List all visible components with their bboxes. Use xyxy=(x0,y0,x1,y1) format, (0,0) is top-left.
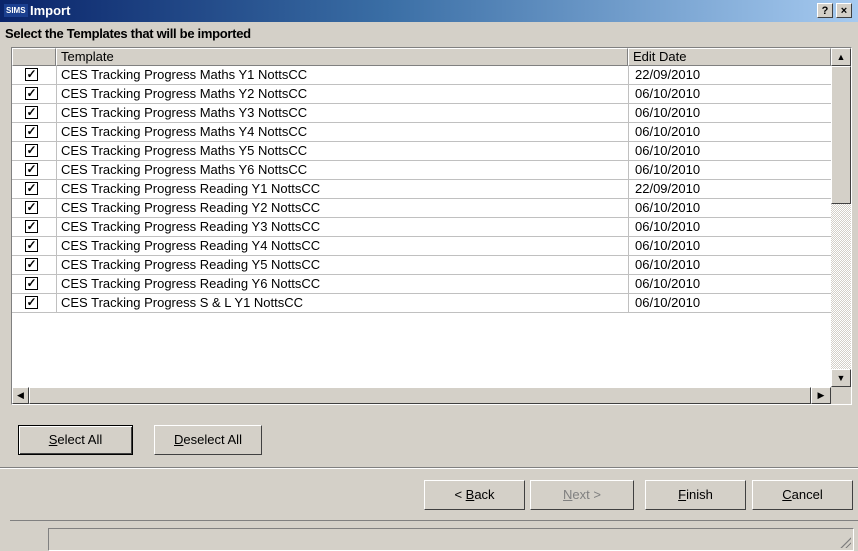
table-row[interactable]: ✓ CES Tracking Progress Reading Y2 NottsC… xyxy=(12,199,831,218)
instruction-label: Select the Templates that will be import… xyxy=(5,26,251,41)
row-checkbox[interactable]: ✓ xyxy=(25,68,38,81)
table-row[interactable]: ✓ CES Tracking Progress Reading Y4 NottsC… xyxy=(12,237,831,256)
template-cell: CES Tracking Progress Maths Y5 NottsCC xyxy=(56,142,628,161)
template-cell: CES Tracking Progress Reading Y5 NottsCC xyxy=(56,256,628,275)
scroll-left-icon[interactable]: ◀ xyxy=(12,387,29,404)
scroll-down-icon[interactable]: ▼ xyxy=(831,369,851,387)
template-cell: CES Tracking Progress S & L Y1 NottsCC xyxy=(56,294,628,313)
row-checkbox[interactable]: ✓ xyxy=(25,296,38,309)
edit-date-cell: 06/10/2010 xyxy=(628,237,831,256)
table-row[interactable]: ✓ CES Tracking Progress Maths Y4 NottsCC 0… xyxy=(12,123,831,142)
table-row[interactable]: ✓ CES Tracking Progress Maths Y2 NottsCC 0… xyxy=(12,85,831,104)
status-panel xyxy=(48,528,854,551)
template-cell: CES Tracking Progress Reading Y6 NottsCC xyxy=(56,275,628,294)
check-icon: ✓ xyxy=(26,143,37,157)
close-button[interactable]: × xyxy=(836,3,852,18)
sims-logo-icon: SIMS xyxy=(4,4,28,17)
row-checkbox[interactable]: ✓ xyxy=(25,201,38,214)
cancel-button[interactable]: Cancel xyxy=(752,480,853,510)
vertical-scroll-thumb[interactable] xyxy=(831,66,851,204)
button-separator xyxy=(0,467,858,469)
template-cell: CES Tracking Progress Maths Y6 NottsCC xyxy=(56,161,628,180)
title-bar[interactable]: SIMS Import ? × xyxy=(0,0,858,22)
scroll-up-icon[interactable]: ▲ xyxy=(831,48,851,66)
table-row[interactable]: ✓ CES Tracking Progress Reading Y6 NottsC… xyxy=(12,275,831,294)
template-cell: CES Tracking Progress Maths Y1 NottsCC xyxy=(56,66,628,85)
edit-date-cell: 06/10/2010 xyxy=(628,104,831,123)
table-row[interactable]: ✓ CES Tracking Progress Reading Y1 NottsC… xyxy=(12,180,831,199)
edit-date-cell: 06/10/2010 xyxy=(628,256,831,275)
check-icon: ✓ xyxy=(26,200,37,214)
next-button[interactable]: Next > xyxy=(530,480,634,510)
edit-date-cell: 06/10/2010 xyxy=(628,275,831,294)
row-checkbox[interactable]: ✓ xyxy=(25,144,38,157)
finish-button[interactable]: Finish xyxy=(645,480,746,510)
check-icon: ✓ xyxy=(26,276,37,290)
edit-date-cell: 06/10/2010 xyxy=(628,85,831,104)
check-icon: ✓ xyxy=(26,67,37,81)
grid-rows: ✓ CES Tracking Progress Maths Y1 NottsCC 2… xyxy=(12,66,831,313)
scroll-right-icon[interactable]: ▶ xyxy=(811,387,831,404)
table-row[interactable]: ✓ CES Tracking Progress Maths Y5 NottsCC 0… xyxy=(12,142,831,161)
status-bar xyxy=(10,520,858,551)
row-checkbox[interactable]: ✓ xyxy=(25,87,38,100)
table-row[interactable]: ✓ CES Tracking Progress Maths Y3 NottsCC 0… xyxy=(12,104,831,123)
template-cell: CES Tracking Progress Maths Y4 NottsCC xyxy=(56,123,628,142)
edit-date-cell: 22/09/2010 xyxy=(628,66,831,85)
horizontal-scrollbar[interactable]: ◀ ▶ xyxy=(12,387,831,404)
table-row[interactable]: ✓ CES Tracking Progress Reading Y3 NottsC… xyxy=(12,218,831,237)
scroll-corner xyxy=(831,387,851,404)
window-title: Import xyxy=(30,3,71,18)
table-row[interactable]: ✓ CES Tracking Progress S & L Y1 NottsCC 0… xyxy=(12,294,831,313)
select-column-header[interactable] xyxy=(12,48,56,66)
edit-date-cell: 06/10/2010 xyxy=(628,199,831,218)
edit-date-cell: 06/10/2010 xyxy=(628,161,831,180)
edit-date-cell: 06/10/2010 xyxy=(628,218,831,237)
template-cell: CES Tracking Progress Reading Y4 NottsCC xyxy=(56,237,628,256)
template-cell: CES Tracking Progress Maths Y3 NottsCC xyxy=(56,104,628,123)
row-checkbox[interactable]: ✓ xyxy=(25,106,38,119)
edit-date-cell: 06/10/2010 xyxy=(628,294,831,313)
row-checkbox[interactable]: ✓ xyxy=(25,220,38,233)
template-column-header[interactable]: Template xyxy=(56,48,628,66)
check-icon: ✓ xyxy=(26,238,37,252)
check-icon: ✓ xyxy=(26,105,37,119)
check-icon: ✓ xyxy=(26,162,37,176)
table-row[interactable]: ✓ CES Tracking Progress Reading Y5 NottsC… xyxy=(12,256,831,275)
template-cell: CES Tracking Progress Reading Y1 NottsCC xyxy=(56,180,628,199)
resize-grip-icon[interactable] xyxy=(839,536,851,548)
check-icon: ✓ xyxy=(26,219,37,233)
edit-date-cell: 22/09/2010 xyxy=(628,180,831,199)
edit-date-cell: 06/10/2010 xyxy=(628,123,831,142)
row-checkbox[interactable]: ✓ xyxy=(25,125,38,138)
row-checkbox[interactable]: ✓ xyxy=(25,163,38,176)
edit-date-column-header[interactable]: Edit Date xyxy=(628,48,831,66)
vertical-scrollbar[interactable]: ▲ ▼ xyxy=(831,48,851,387)
deselect-all-button[interactable]: Deselect All xyxy=(154,425,262,455)
check-icon: ✓ xyxy=(26,257,37,271)
check-icon: ✓ xyxy=(26,181,37,195)
table-row[interactable]: ✓ CES Tracking Progress Maths Y1 NottsCC 2… xyxy=(12,66,831,85)
table-row[interactable]: ✓ CES Tracking Progress Maths Y6 NottsCC 0… xyxy=(12,161,831,180)
select-all-button[interactable]: Select All xyxy=(18,425,133,455)
horizontal-scroll-thumb[interactable] xyxy=(29,387,811,404)
row-checkbox[interactable]: ✓ xyxy=(25,277,38,290)
row-checkbox[interactable]: ✓ xyxy=(25,239,38,252)
check-icon: ✓ xyxy=(26,124,37,138)
check-icon: ✓ xyxy=(26,86,37,100)
row-checkbox[interactable]: ✓ xyxy=(25,182,38,195)
back-button[interactable]: < Back xyxy=(424,480,525,510)
template-cell: CES Tracking Progress Reading Y3 NottsCC xyxy=(56,218,628,237)
template-cell: CES Tracking Progress Maths Y2 NottsCC xyxy=(56,85,628,104)
grid-header: Template Edit Date xyxy=(12,48,831,66)
edit-date-cell: 06/10/2010 xyxy=(628,142,831,161)
templates-grid[interactable]: Template Edit Date ✓ CES Tracking Progres… xyxy=(11,47,852,405)
row-checkbox[interactable]: ✓ xyxy=(25,258,38,271)
template-cell: CES Tracking Progress Reading Y2 NottsCC xyxy=(56,199,628,218)
check-icon: ✓ xyxy=(26,295,37,309)
help-button[interactable]: ? xyxy=(817,3,833,18)
